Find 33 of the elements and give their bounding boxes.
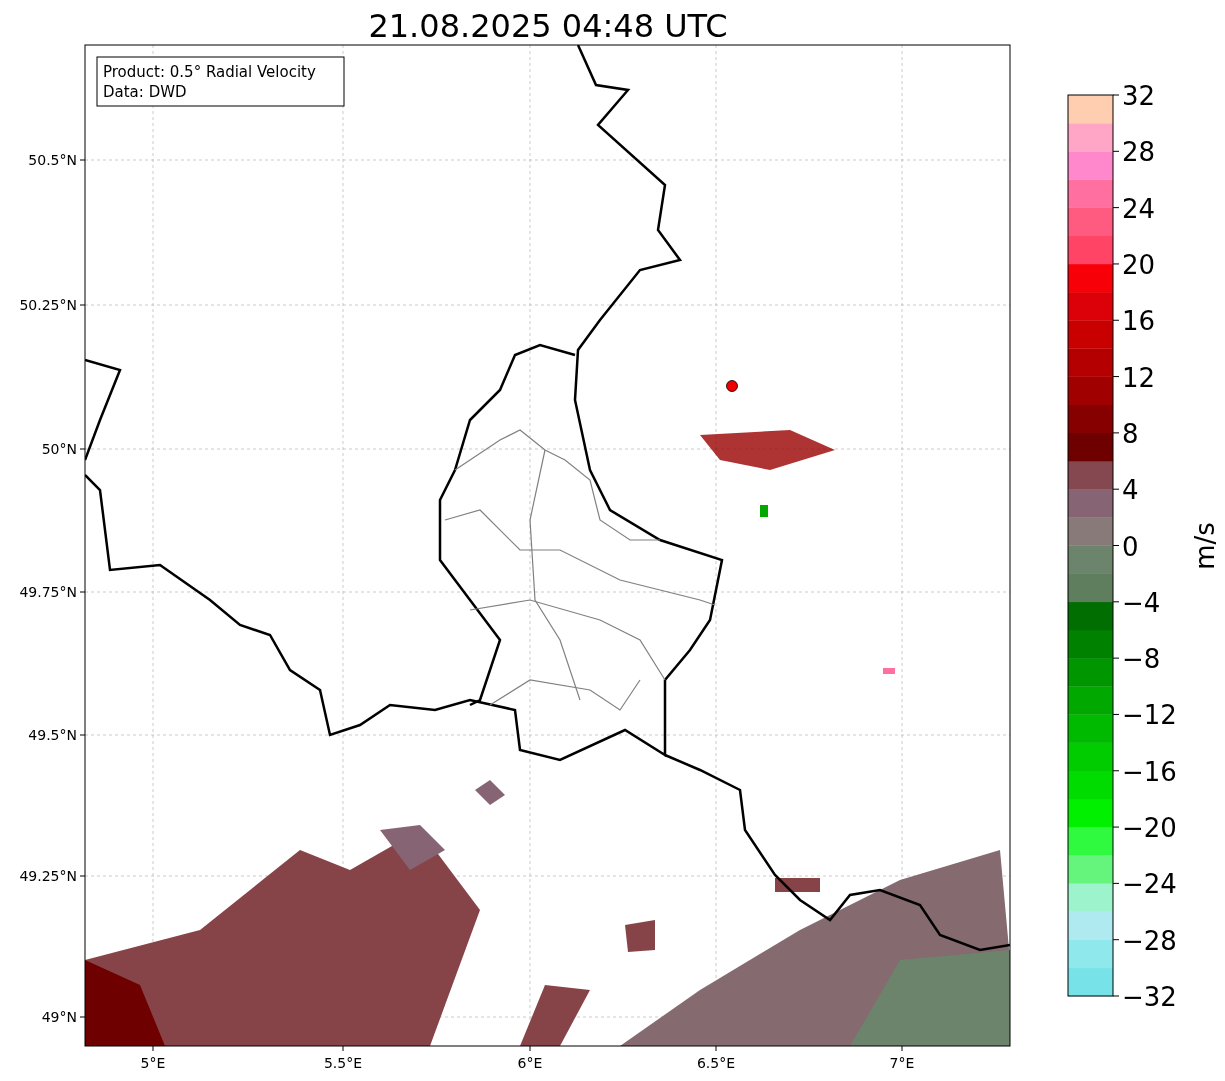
axis-label: 7°E	[889, 1055, 915, 1071]
colorbar-label: 8	[1122, 418, 1139, 449]
colorbar-label: 0	[1122, 531, 1139, 562]
colorbar-label: −4	[1122, 587, 1161, 618]
axis-label: 49°N	[41, 1009, 77, 1025]
axis-label: 50.25°N	[19, 297, 77, 313]
colorbar-label: −8	[1122, 644, 1161, 675]
legend-text: Product: 0.5° Radial Velocity	[103, 63, 316, 81]
axis-label: 49.75°N	[19, 584, 77, 600]
legend-text: Data: DWD	[103, 83, 187, 101]
axis-label: 50.5°N	[28, 152, 77, 168]
colorbar-label: 28	[1122, 137, 1156, 168]
colorbar-label: −28	[1122, 925, 1177, 956]
axis-label: 5.5°E	[323, 1055, 363, 1071]
colorbar-label: −20	[1122, 813, 1177, 844]
colorbar-label: 32	[1122, 81, 1156, 111]
axis-label: 50°N	[41, 441, 77, 457]
colorbar-label: −12	[1122, 700, 1177, 731]
colorbar-title: m/s	[1190, 522, 1220, 570]
axis-label: 49.5°N	[28, 727, 77, 743]
axis-label: 5°E	[140, 1055, 166, 1071]
colorbar-label: 16	[1122, 306, 1156, 337]
colorbar-label: 12	[1122, 362, 1156, 393]
colorbar-label: 4	[1122, 475, 1139, 506]
colorbar-label: −32	[1122, 982, 1177, 1012]
axis-label: 6.5°E	[696, 1055, 736, 1071]
colorbar-label: 24	[1122, 193, 1156, 224]
chart-title: 21.08.2025 04:48 UTC	[368, 7, 728, 45]
colorbar-label: −24	[1122, 869, 1177, 900]
colorbar-label: 20	[1122, 249, 1156, 280]
axis-label: 49.25°N	[19, 868, 77, 884]
axis-label: 6°E	[517, 1055, 543, 1071]
colorbar-label: −16	[1122, 756, 1177, 787]
